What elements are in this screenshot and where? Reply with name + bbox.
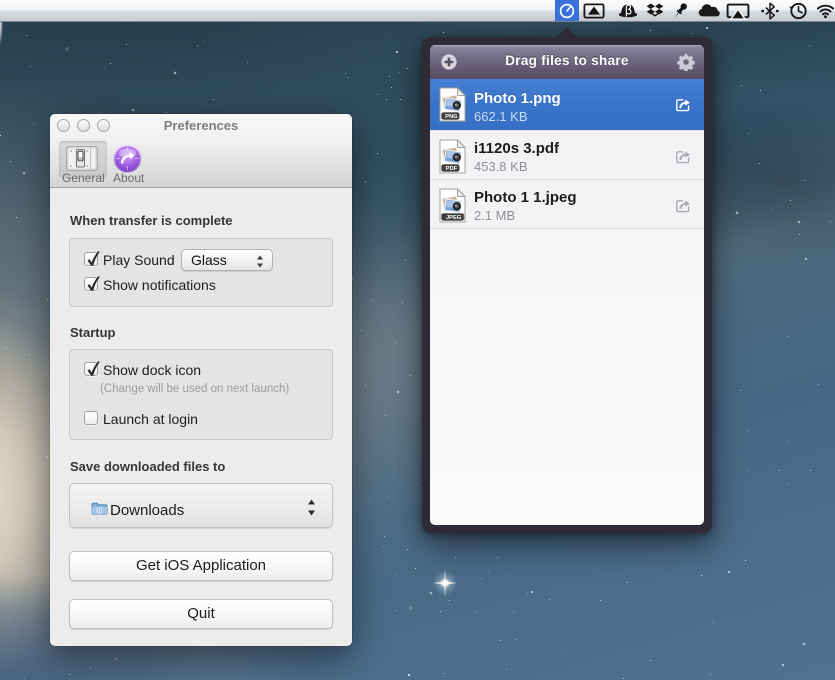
svg-text:JPEG: JPEG <box>446 215 462 221</box>
svg-text:PDF: PDF <box>446 166 458 172</box>
svg-text:PNG: PNG <box>445 114 458 120</box>
